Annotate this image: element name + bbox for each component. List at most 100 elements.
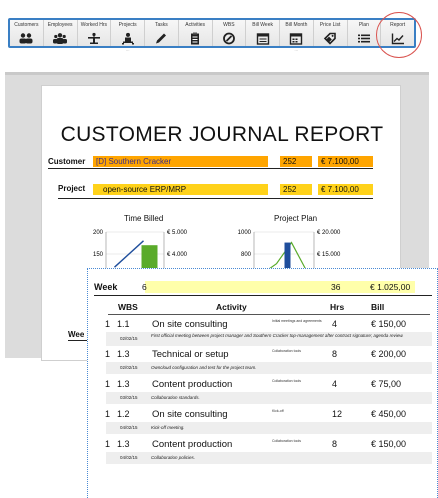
toolbar-label: Bill Month [285, 22, 308, 28]
toolbar-projects-button[interactable]: Projects ··· [111, 20, 145, 53]
toolbar-label: Worked Hrs [80, 22, 108, 28]
toolbar-label: Plan [358, 22, 369, 28]
time-billed-chart-title: Time Billed [124, 214, 164, 223]
price-list-icon [322, 31, 338, 45]
y-right-tick-label: € 4.000 [167, 252, 188, 258]
week-detail-card: Week 6 36 € 1.025,00 WBS Activity Hrs Bi… [87, 268, 438, 498]
activity-tag: Initial meetings and agreements [272, 319, 322, 323]
activity-count: 1 [105, 409, 111, 419]
activity-name: Content production [152, 439, 233, 450]
header-bill: Bill [371, 302, 385, 312]
toolbar-label: Tasks [154, 22, 168, 28]
activity-date: 02/02/15 [120, 365, 138, 370]
activity-note-row: 02/02/15 First official meeting between p… [106, 332, 432, 346]
bill-month-icon [288, 31, 304, 45]
hidden-week-underline [68, 340, 88, 341]
activity-tag: Kick-off [272, 409, 284, 413]
toolbar-bill-month-button[interactable]: Bill Month ··· [280, 20, 314, 53]
project-plan-chart-title: Project Plan [274, 214, 318, 223]
toolbar-sub-dots: ··· [294, 48, 299, 53]
week-label: Week [94, 282, 118, 292]
activity-note: Kick-off meeting. [151, 425, 185, 430]
activity-hours: 12 [332, 409, 343, 419]
week-hours: 36 [331, 282, 341, 292]
activity-hours: 8 [332, 349, 338, 359]
activity-date: 03/02/15 [120, 395, 138, 400]
plan-icon [356, 31, 372, 45]
toolbar-label: Price List [319, 22, 341, 28]
activity-note: First official meeting between project m… [151, 333, 404, 338]
activity-wbs: 1.3 [117, 439, 130, 449]
y-left-tick-label: 1000 [238, 230, 252, 236]
activity-wbs: 1.3 [117, 379, 130, 389]
activity-bill: € 150,00 [371, 439, 407, 449]
toolbar-worked-hours-button[interactable]: Worked Hrs [78, 20, 112, 46]
toolbar-label: Projects [118, 22, 137, 28]
toolbar-price-list-button[interactable]: Price List [314, 20, 348, 46]
worked-hours-icon [86, 31, 102, 45]
activity-hours: 8 [332, 439, 338, 449]
project-underline [58, 198, 373, 199]
activity-note-row: 03/02/15 Collaboration standards. [106, 392, 432, 404]
activity-name: On site consulting [152, 409, 228, 420]
toolbar-wbs-button[interactable]: WBS [213, 20, 247, 46]
toolbar-bill-week-button[interactable]: Bill Week [246, 20, 280, 46]
toolbar-label: Customers [14, 22, 39, 28]
activity-wbs: 1.1 [117, 319, 130, 329]
customers-icon [18, 31, 34, 45]
customer-underline [48, 168, 373, 169]
activity-tag: Collaboration tools [272, 439, 301, 443]
employees-icon [52, 31, 68, 45]
activity-date: 04/02/15 [120, 425, 138, 430]
toolbar-label: WBS [223, 22, 235, 28]
activity-note-row: 04/02/15 Kick-off meeting. [106, 422, 432, 434]
project-label: Project [58, 184, 86, 193]
week-underline [94, 295, 432, 296]
activity-bill: € 200,00 [371, 349, 407, 359]
customer-label: Customer [48, 157, 86, 166]
activity-count: 1 [105, 319, 111, 329]
activity-hours: 4 [332, 319, 338, 329]
activity-bill: € 75,00 [371, 379, 402, 389]
project-amount: € 7.100,00 [318, 184, 373, 195]
header-activity: Activity [216, 302, 247, 312]
toolbar-employees-button[interactable]: Employees [44, 20, 78, 46]
y-right-tick-label: € 5.000 [167, 230, 188, 236]
activity-bill: € 150,00 [371, 319, 407, 329]
week-amount: € 1.025,00 [370, 282, 411, 292]
wbs-icon [221, 31, 237, 45]
y-right-tick-label: € 15.000 [317, 252, 341, 258]
bill-week-icon [255, 31, 271, 45]
toolbar-activities-button[interactable]: Activities [179, 20, 213, 46]
activity-note: Collaboration standards. [151, 395, 200, 400]
customer-hours: 252 [280, 156, 312, 167]
activity-name: Technical or setup [152, 349, 229, 360]
activity-note-row: 04/02/15 Collaboration policies. [106, 452, 432, 464]
toolbar-tasks-button[interactable]: Tasks [145, 20, 179, 46]
activity-note: Collaboration policies. [151, 455, 196, 460]
header-wbs: WBS [118, 302, 138, 312]
activity-hours: 4 [332, 379, 338, 389]
activity-name: On site consulting [152, 319, 228, 330]
activity-count: 1 [105, 349, 111, 359]
tasks-icon [153, 31, 169, 45]
customer-amount: € 7.100,00 [318, 156, 373, 167]
activity-count: 1 [105, 379, 111, 389]
activity-wbs: 1.2 [117, 409, 130, 419]
activity-note-row: 02/02/15 Owncloud configuration and test … [106, 362, 432, 374]
header-hrs: Hrs [330, 302, 345, 312]
activity-tag: Collaboration tools [272, 379, 301, 383]
project-hours: 252 [280, 184, 312, 195]
projects-icon [120, 31, 136, 45]
activity-date: 02/02/15 [120, 336, 138, 341]
toolbar-customers-button[interactable]: Customers [10, 20, 44, 46]
activity-name: Content production [152, 379, 233, 390]
customer-value: [D] Southern Cracker [93, 156, 268, 167]
toolbar-sub-dots: ··· [125, 48, 130, 53]
toolbar-label: Employees [47, 22, 73, 28]
week-number: 6 [142, 282, 147, 292]
activity-tag: Collaboration tools [272, 349, 301, 353]
activity-count: 1 [105, 439, 111, 449]
y-left-tick-label: 150 [93, 252, 104, 258]
activity-wbs: 1.3 [117, 349, 130, 359]
